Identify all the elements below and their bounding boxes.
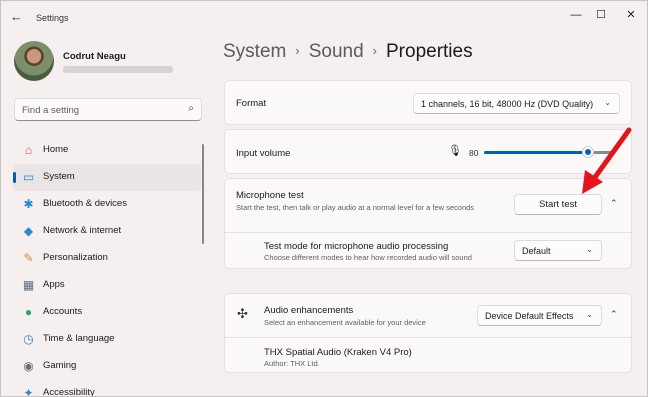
sidebar-item-time-language[interactable]: ◷ Time & language: [13, 326, 201, 353]
microphone-icon: 🎙: [448, 145, 462, 157]
close-button[interactable]: ✕: [621, 7, 641, 23]
wifi-icon: ◆: [23, 224, 34, 238]
format-value: 1 channels, 16 bit, 48000 Hz (DVD Qualit…: [421, 99, 594, 109]
window-title: Settings: [36, 13, 69, 23]
person-icon: ●: [24, 305, 33, 319]
monitor-icon: ▭: [22, 170, 35, 184]
apps-icon: ▦: [22, 278, 35, 292]
format-card: Format 1 channels, 16 bit, 48000 Hz (DVD…: [224, 80, 632, 125]
user-name: Codrut Neagu: [63, 51, 126, 62]
chevron-down-icon: ⌄: [586, 310, 593, 319]
bluetooth-icon: ✱: [23, 197, 34, 211]
sidebar-item-accounts[interactable]: ● Accounts: [13, 299, 201, 326]
sidebar-item-home[interactable]: ⌂ Home: [13, 137, 201, 164]
minimize-button[interactable]: —: [566, 7, 586, 23]
user-email-redacted: [63, 66, 173, 73]
start-test-button[interactable]: Start test: [514, 194, 602, 215]
thx-author: Author: THX Ltd.: [264, 359, 320, 368]
audio-enhancements-description: Select an enhancement available for your…: [264, 318, 426, 327]
enhancements-icon: ✣: [237, 306, 248, 321]
sidebar-item-bluetooth-devices[interactable]: ✱ Bluetooth & devices: [13, 191, 201, 218]
format-label: Format: [236, 98, 267, 109]
search-input[interactable]: Find a setting ⌕: [14, 98, 202, 121]
breadcrumb-sound[interactable]: Sound: [309, 41, 364, 62]
sidebar-item-label: Time & language: [43, 333, 115, 344]
annotation-arrow-icon: [582, 127, 632, 194]
search-placeholder: Find a setting: [22, 105, 80, 116]
collapse-microphone-test-chevron-up-icon[interactable]: ⌃: [610, 198, 618, 209]
brush-icon: ✎: [23, 251, 34, 265]
chevron-down-icon: ⌄: [586, 245, 593, 254]
breadcrumb-system[interactable]: System: [223, 41, 286, 62]
collapse-enhancements-chevron-up-icon[interactable]: ⌃: [610, 309, 618, 320]
avatar[interactable]: [14, 41, 54, 81]
input-volume-label: Input volume: [236, 148, 291, 159]
chevron-down-icon: ⌄: [604, 98, 611, 107]
sidebar-item-accessibility[interactable]: ✦ Accessibility: [13, 380, 201, 396]
sidebar-nav: ⌂ Home ▭ System ✱ Bluetooth & devices ◆ Network…: [13, 137, 205, 396]
search-icon[interactable]: ⌕: [188, 103, 194, 114]
accessibility-icon: ✦: [23, 386, 34, 396]
maximize-button[interactable]: ☐: [591, 7, 611, 23]
sidebar-item-label: Bluetooth & devices: [43, 198, 127, 209]
chevron-right-icon: ›: [372, 43, 377, 58]
sidebar-item-label: Apps: [43, 279, 65, 290]
sidebar-scrollbar[interactable]: [202, 144, 204, 244]
sidebar-item-apps[interactable]: ▦ Apps: [13, 272, 201, 299]
sidebar-item-label: Accessibility: [43, 387, 95, 396]
page-title: Properties: [386, 41, 473, 62]
divider: [225, 337, 631, 338]
back-arrow-icon[interactable]: ←: [10, 10, 26, 24]
sidebar-item-label: Home: [43, 144, 69, 155]
input-volume-slider-fill: [484, 151, 588, 154]
sidebar-item-gaming[interactable]: ◉ Gaming: [13, 353, 201, 380]
audio-enhancements-dropdown[interactable]: Device Default Effects ⌄: [477, 305, 602, 326]
sidebar-item-label: System: [43, 171, 75, 182]
audio-enhancements-card: ✣ Audio enhancements Select an enhanceme…: [224, 293, 632, 373]
globe-icon: ◷: [23, 332, 34, 346]
input-volume-value: 80: [469, 148, 479, 158]
audio-enhancements-label: Audio enhancements: [264, 305, 354, 316]
test-mode-label: Test mode for microphone audio processin…: [264, 241, 449, 252]
microphone-test-label: Microphone test: [236, 190, 304, 201]
sidebar-item-system[interactable]: ▭ System: [13, 164, 201, 191]
microphone-test-card: Microphone test Start the test, then tal…: [224, 178, 632, 269]
divider: [225, 232, 631, 233]
breadcrumb: System › Sound › Properties: [223, 41, 473, 63]
format-dropdown[interactable]: 1 channels, 16 bit, 48000 Hz (DVD Qualit…: [413, 93, 620, 114]
sidebar-item-network-internet[interactable]: ◆ Network & internet: [13, 218, 201, 245]
test-mode-description: Choose different modes to hear how recor…: [264, 253, 472, 262]
audio-enhancements-value: Device Default Effects: [485, 311, 574, 321]
sidebar-item-label: Personalization: [43, 252, 108, 263]
home-icon: ⌂: [24, 143, 33, 157]
sidebar-item-label: Accounts: [43, 306, 83, 317]
test-mode-value: Default: [522, 246, 551, 256]
microphone-test-description: Start the test, then talk or play audio …: [236, 203, 475, 212]
sidebar-item-label: Network & internet: [43, 225, 122, 236]
sidebar-item-label: Gaming: [43, 360, 77, 371]
sidebar-item-personalization[interactable]: ✎ Personalization: [13, 245, 201, 272]
active-indicator: [13, 172, 16, 183]
title-bar: ← Settings — ☐ ✕: [1, 1, 647, 33]
thx-name: THX Spatial Audio (Kraken V4 Pro): [264, 347, 412, 358]
gamepad-icon: ◉: [23, 359, 34, 373]
chevron-right-icon: ›: [295, 43, 300, 58]
test-mode-dropdown[interactable]: Default ⌄: [514, 240, 602, 261]
